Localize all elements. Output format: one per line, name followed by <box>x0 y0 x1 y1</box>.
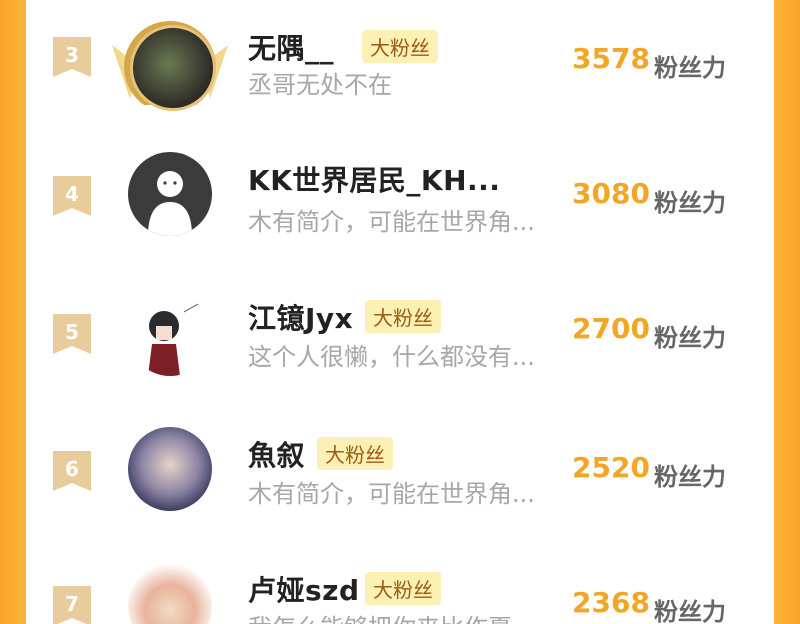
fan-power-score: 3080 <box>572 177 650 210</box>
user-bio: 丞哥无处不在 <box>248 71 392 99</box>
ranking-row[interactable]: 3 无隅__ 大粉丝 丞哥无处不在 3578 粉丝力 <box>26 5 774 113</box>
user-bio: 木有简介，可能在世界角... <box>248 208 535 236</box>
rank-number: 7 <box>65 592 79 616</box>
user-name[interactable]: 江镱Jyx <box>248 297 353 337</box>
rank-tag: 7 <box>53 586 93 624</box>
fan-power-score: 2700 <box>572 312 650 345</box>
rank-tag: 6 <box>53 451 93 495</box>
user-name[interactable]: KK世界居民_KH... <box>248 159 500 199</box>
ranking-row[interactable]: 6 魚叙 大粉丝 木有简介，可能在世界角... 2520 粉丝力 <box>26 417 774 517</box>
ranking-row[interactable]: 5 江镱Jyx 大粉丝 这个人很懒，什么都没有... 2700 粉丝力 <box>26 280 774 380</box>
fan-level-badge: 大粉丝 <box>317 437 393 470</box>
user-name[interactable]: 魚叙 <box>248 434 305 474</box>
fan-ranking-card: 3 无隅__ 大粉丝 丞哥无处不在 3578 粉丝力 4 KK世界居民_KH..… <box>26 0 774 624</box>
avatar[interactable] <box>128 427 212 511</box>
ranking-row[interactable]: 4 KK世界居民_KH... 木有简介，可能在世界角... 3080 粉丝力 <box>26 142 774 242</box>
avatar[interactable] <box>128 564 212 624</box>
rank-number: 4 <box>65 182 79 206</box>
fan-power-score: 3578 <box>572 42 650 75</box>
fan-power-unit: 粉丝力 <box>654 463 726 491</box>
user-name[interactable]: 无隅__ <box>248 27 334 67</box>
fan-level-badge: 大粉丝 <box>365 572 441 605</box>
avatar[interactable] <box>130 25 216 111</box>
fan-power-unit: 粉丝力 <box>654 324 726 352</box>
rank-tag: 4 <box>53 176 93 220</box>
rank-number: 6 <box>65 457 79 481</box>
fan-power-unit: 粉丝力 <box>654 598 726 624</box>
user-bio: 这个人很懒，什么都没有... <box>248 343 535 371</box>
fan-power-score: 2520 <box>572 451 650 484</box>
fan-power-unit: 粉丝力 <box>654 189 726 217</box>
fan-level-badge: 大粉丝 <box>365 300 441 333</box>
avatar[interactable] <box>128 292 212 376</box>
rank-tag: 3 <box>53 37 93 81</box>
user-bio: 木有简介，可能在世界角... <box>248 480 535 508</box>
rank-number: 5 <box>65 320 79 344</box>
user-bio: 我怎么能够把你来比作夏... <box>248 608 535 624</box>
default-avatar-icon[interactable] <box>128 152 212 236</box>
user-name[interactable]: 卢娅szd <box>248 569 360 609</box>
ranking-row[interactable]: 7 卢娅szd 大粉丝 我怎么能够把你来比作夏... 2368 粉丝力 <box>26 554 774 624</box>
rank-tag: 5 <box>53 314 93 358</box>
fan-power-score: 2368 <box>572 586 650 619</box>
fan-level-badge: 大粉丝 <box>362 30 438 63</box>
rank-number: 3 <box>65 43 79 67</box>
fan-power-unit: 粉丝力 <box>654 54 726 82</box>
